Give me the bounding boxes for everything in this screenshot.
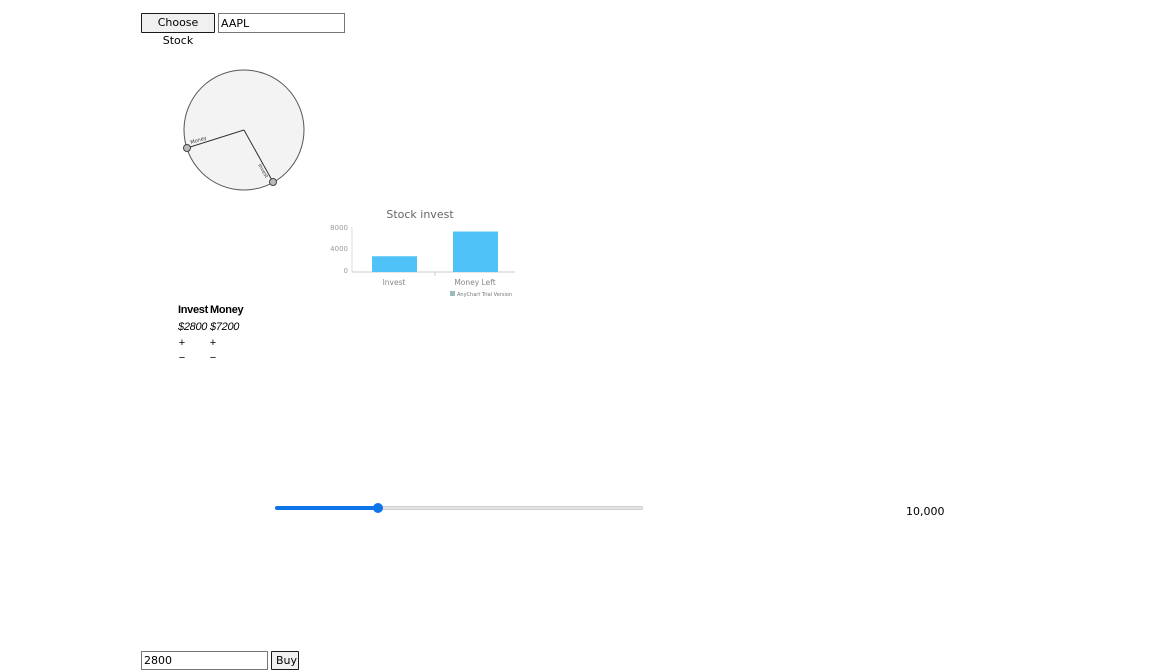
bar-money-left [453, 231, 498, 272]
buy-button[interactable]: Buy [271, 651, 299, 670]
y-tick-label-0: 0 [344, 267, 348, 275]
invest-minus-button[interactable]: − [176, 352, 188, 364]
anychart-logo-icon [450, 291, 455, 296]
y-tick-label-8000: 8000 [330, 224, 348, 232]
slider-fill [275, 506, 379, 510]
table-header-invest: Invest [178, 304, 208, 316]
slider-max-label: 10,000 [906, 505, 945, 518]
chart-watermark: AnyChart Trial Version [457, 292, 512, 298]
x-tick-label-money-left: Money Left [454, 278, 495, 287]
stock-symbol-input[interactable] [218, 13, 345, 33]
money-plus-button[interactable]: + [207, 337, 219, 349]
allocation-circle: Money Invest [183, 69, 305, 191]
table-value-invest: $2800 [178, 321, 208, 333]
y-tick-label-4000: 4000 [330, 245, 348, 253]
bar-invest [372, 256, 417, 272]
choose-stock-button[interactable]: Choose Stock [141, 13, 215, 47]
money-minus-button[interactable]: − [207, 352, 219, 364]
invest-plus-button[interactable]: + [176, 337, 188, 349]
slider-thumb[interactable] [373, 503, 384, 513]
chart-title: Stock invest [386, 208, 454, 221]
stock-invest-chart: Stock invest 0 4000 8000 Invest Money Le… [330, 208, 515, 298]
x-tick-label-invest: Invest [383, 278, 406, 287]
table-header-money: Money [210, 304, 244, 316]
invest-amount-slider[interactable] [273, 500, 645, 516]
invest-drag-handle[interactable] [269, 178, 277, 186]
table-value-money: $7200 [210, 321, 240, 333]
money-drag-handle[interactable] [183, 144, 191, 152]
amount-input[interactable] [141, 651, 268, 670]
